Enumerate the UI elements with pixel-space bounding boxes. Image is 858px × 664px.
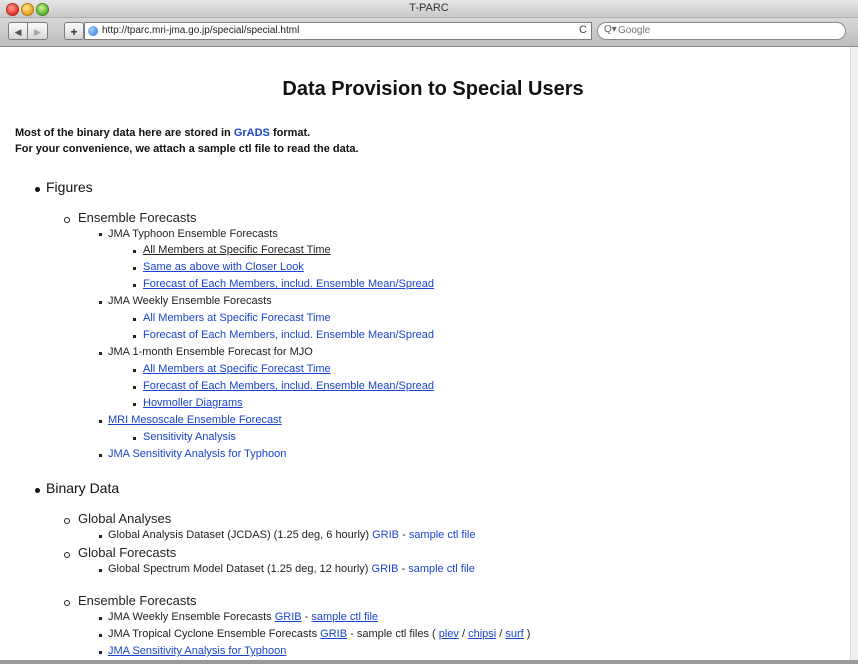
sensitivity-analysis-link[interactable]: Sensitivity Analysis <box>143 431 236 443</box>
typhoon-all-members-link[interactable]: All Members at Specific Forecast Time <box>143 244 331 256</box>
square-bullet-icon <box>133 403 136 406</box>
tc-binary-row: JMA Tropical Cyclone Ensemble Forecasts … <box>108 628 530 640</box>
intro-line2: For your convenience, we attach a sample… <box>15 143 359 155</box>
square-bullet-icon <box>99 651 102 654</box>
gsm-row: Global Spectrum Model Dataset (1.25 deg,… <box>108 563 475 575</box>
intro-post: format. <box>269 127 311 139</box>
typhoon-each-members-link[interactable]: Forecast of Each Members, includ. Ensemb… <box>143 278 434 290</box>
square-bullet-icon <box>133 267 136 270</box>
weekly-binary-row: JMA Weekly Ensemble Forecasts GRIB - sam… <box>108 611 378 623</box>
weekly-all-members-link[interactable]: All Members at Specific Forecast Time <box>143 312 331 324</box>
jma-sensitivity-link[interactable]: JMA Sensitivity Analysis for Typhoon <box>108 448 286 460</box>
square-bullet-icon <box>133 250 136 253</box>
binary-data-heading: Binary Data <box>46 480 120 496</box>
square-bullet-icon <box>99 301 102 304</box>
jcdas-row: Global Analysis Dataset (JCDAS) (1.25 de… <box>108 529 475 541</box>
square-bullet-icon <box>99 634 102 637</box>
globe-icon <box>88 26 98 36</box>
title-bar: T-PARC <box>0 0 858 18</box>
reload-icon[interactable]: C <box>579 24 587 36</box>
address-bar[interactable]: http://tparc.mri-jma.go.jp/special/speci… <box>84 22 592 40</box>
window-bottom-edge <box>0 660 858 664</box>
separator: / <box>458 628 469 640</box>
month-each-members-link[interactable]: Forecast of Each Members, includ. Ensemb… <box>143 380 434 392</box>
search-icon[interactable]: Q▾ <box>604 24 617 35</box>
add-bookmark-button[interactable]: + <box>64 22 84 40</box>
square-bullet-icon <box>99 233 102 236</box>
jcdas-text: Global Analysis Dataset (JCDAS) (1.25 de… <box>108 529 373 541</box>
circle-bullet-icon <box>64 518 70 524</box>
month-ensemble-label: JMA 1-month Ensemble Forecast for MJO <box>108 346 313 358</box>
tc-close-text: ) <box>523 628 531 640</box>
intro-pre: Most of the binary data here are stored … <box>15 127 234 139</box>
global-analyses-heading: Global Analyses <box>78 511 172 526</box>
square-bullet-icon <box>99 617 102 620</box>
gsm-text: Global Spectrum Model Dataset (1.25 deg,… <box>108 563 372 575</box>
hovmoller-link[interactable]: Hovmoller Diagrams <box>143 397 243 409</box>
square-bullet-icon <box>133 284 136 287</box>
square-bullet-icon <box>133 369 136 372</box>
search-input[interactable] <box>618 25 838 36</box>
binary-ensemble-heading: Ensemble Forecasts <box>78 593 197 608</box>
gsm-sample-ctl-link[interactable]: sample ctl file <box>408 563 475 575</box>
intro-text: Most of the binary data here are stored … <box>15 125 359 157</box>
figures-heading: Figures <box>46 179 93 195</box>
binary-jma-sensitivity-link[interactable]: JMA Sensitivity Analysis for Typhoon <box>108 645 286 657</box>
square-bullet-icon <box>99 454 102 457</box>
square-bullet-icon <box>99 420 102 423</box>
square-bullet-icon <box>133 318 136 321</box>
square-bullet-icon <box>133 335 136 338</box>
circle-bullet-icon <box>64 217 70 223</box>
plev-link[interactable]: plev <box>439 628 459 640</box>
tc-grib-link[interactable]: GRIB <box>320 628 347 640</box>
global-forecasts-heading: Global Forecasts <box>78 545 177 560</box>
weekly-each-members-link[interactable]: Forecast of Each Members, includ. Ensemb… <box>143 329 434 341</box>
browser-toolbar: ◀ ▶ + http://tparc.mri-jma.go.jp/special… <box>0 18 858 47</box>
typhoon-closer-look-link[interactable]: Same as above with Closer Look <box>143 261 304 273</box>
separator: - <box>398 563 409 575</box>
vertical-scrollbar[interactable] <box>850 47 858 664</box>
square-bullet-icon <box>99 352 102 355</box>
weekly-ensemble-label: JMA Weekly Ensemble Forecasts <box>108 295 272 307</box>
square-bullet-icon <box>133 437 136 440</box>
jcdas-sample-ctl-link[interactable]: sample ctl file <box>409 529 476 541</box>
grads-link[interactable]: GrADS <box>234 127 270 139</box>
back-button[interactable]: ◀ <box>8 22 28 40</box>
square-bullet-icon <box>99 569 102 572</box>
circle-bullet-icon <box>64 600 70 606</box>
typhoon-ensemble-label: JMA Typhoon Ensemble Forecasts <box>108 228 278 240</box>
forward-button[interactable]: ▶ <box>28 22 48 40</box>
square-bullet-icon <box>133 386 136 389</box>
gsm-grib-link[interactable]: GRIB <box>372 563 399 575</box>
search-box[interactable]: Q▾ <box>597 22 846 40</box>
tc-binary-text: JMA Tropical Cyclone Ensemble Forecasts <box>108 628 321 640</box>
weekly-binary-text: JMA Weekly Ensemble Forecasts <box>108 611 275 623</box>
web-page: Data Provision to Special Users Most of … <box>0 47 850 664</box>
bullet-icon <box>35 488 40 493</box>
surf-link[interactable]: surf <box>505 628 523 640</box>
page-title: Data Provision to Special Users <box>282 78 584 100</box>
bullet-icon <box>35 187 40 192</box>
window-title: T-PARC <box>409 2 449 14</box>
circle-bullet-icon <box>64 552 70 558</box>
figures-ensemble-heading: Ensemble Forecasts <box>78 210 197 225</box>
jcdas-grib-link[interactable]: GRIB <box>372 529 399 541</box>
mri-mesoscale-link[interactable]: MRI Mesoscale Ensemble Forecast <box>108 414 282 426</box>
url-text[interactable]: http://tparc.mri-jma.go.jp/special/speci… <box>102 25 299 36</box>
separator: - <box>399 529 409 541</box>
separator: - <box>301 611 312 623</box>
tc-mid-text: - sample ctl files ( <box>347 628 439 640</box>
weekly-grib-link[interactable]: GRIB <box>275 611 302 623</box>
separator: / <box>496 628 506 640</box>
square-bullet-icon <box>99 535 102 538</box>
month-all-members-link[interactable]: All Members at Specific Forecast Time <box>143 363 331 375</box>
weekly-sample-ctl-link[interactable]: sample ctl file <box>311 611 378 623</box>
chipsi-link[interactable]: chipsi <box>468 628 496 640</box>
